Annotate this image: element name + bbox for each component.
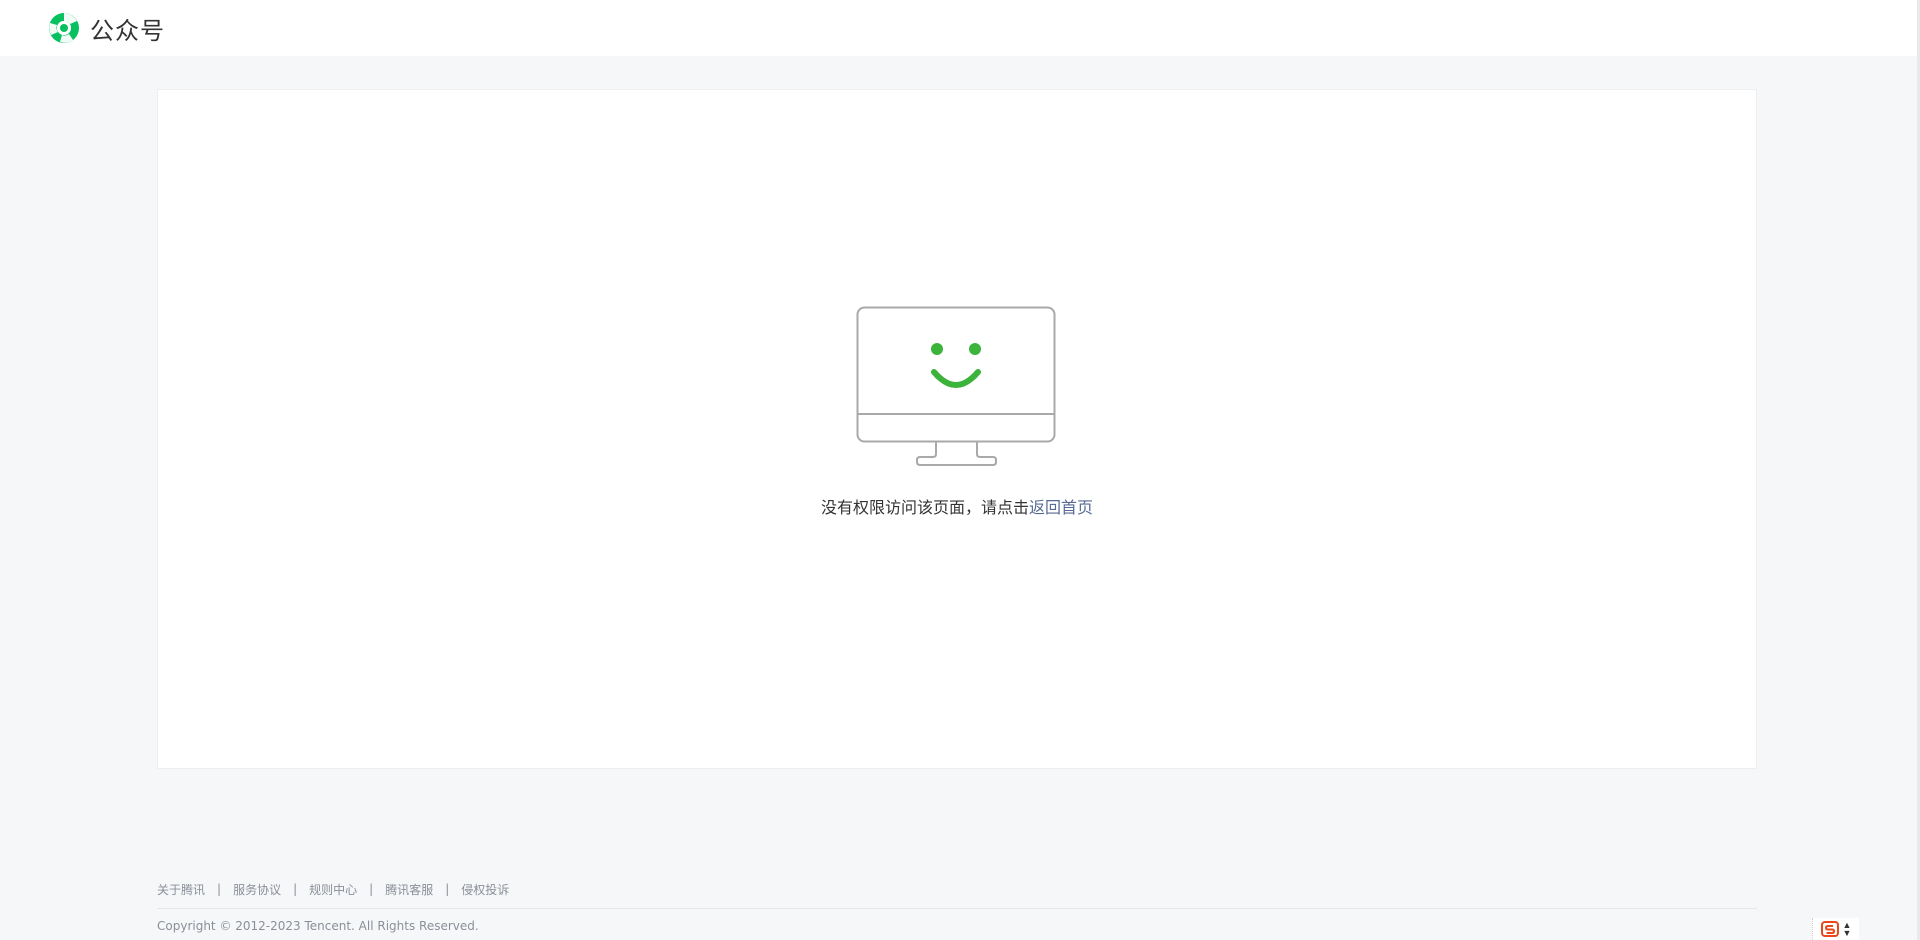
footer-divider [157, 908, 1757, 909]
monitor-smile-icon [856, 306, 1056, 466]
ime-menu-arrows[interactable]: ▲ ▼ [1842, 921, 1852, 938]
copyright-text: Copyright © 2012-2023 Tencent. All Right… [157, 919, 479, 933]
footer-links: 关于腾讯 | 服务协议 | 规则中心 | 腾讯客服 | 侵权投诉 [157, 879, 509, 899]
main-content-card: 没有权限访问该页面，请点击返回首页 [157, 89, 1757, 769]
top-bar: 公众号 [0, 0, 1918, 56]
footer-link-infringement[interactable]: 侵权投诉 [461, 881, 509, 898]
wechat-official-account-logo-icon [49, 13, 79, 43]
error-message: 没有权限访问该页面，请点击返回首页 [158, 494, 1756, 518]
footer-separator: | [217, 882, 222, 896]
logo-text: 公众号 [90, 16, 165, 45]
footer-separator: | [369, 882, 374, 896]
footer-link-rules-center[interactable]: 规则中心 [309, 881, 357, 898]
sogou-ime-icon[interactable] [1820, 920, 1839, 938]
footer-link-service-agreement[interactable]: 服务协议 [233, 881, 281, 898]
ime-toolbar[interactable]: ▲ ▼ [1812, 918, 1859, 940]
return-home-link[interactable]: 返回首页 [1029, 498, 1093, 517]
footer-link-about[interactable]: 关于腾讯 [157, 881, 205, 898]
ime-down-arrow: ▼ [1842, 928, 1852, 938]
footer-separator: | [445, 882, 450, 896]
footer-link-customer-service[interactable]: 腾讯客服 [385, 881, 433, 898]
footer-separator: | [293, 882, 298, 896]
error-message-text: 没有权限访问该页面，请点击 [820, 498, 1029, 517]
logo[interactable]: 公众号 [46, 11, 165, 45]
